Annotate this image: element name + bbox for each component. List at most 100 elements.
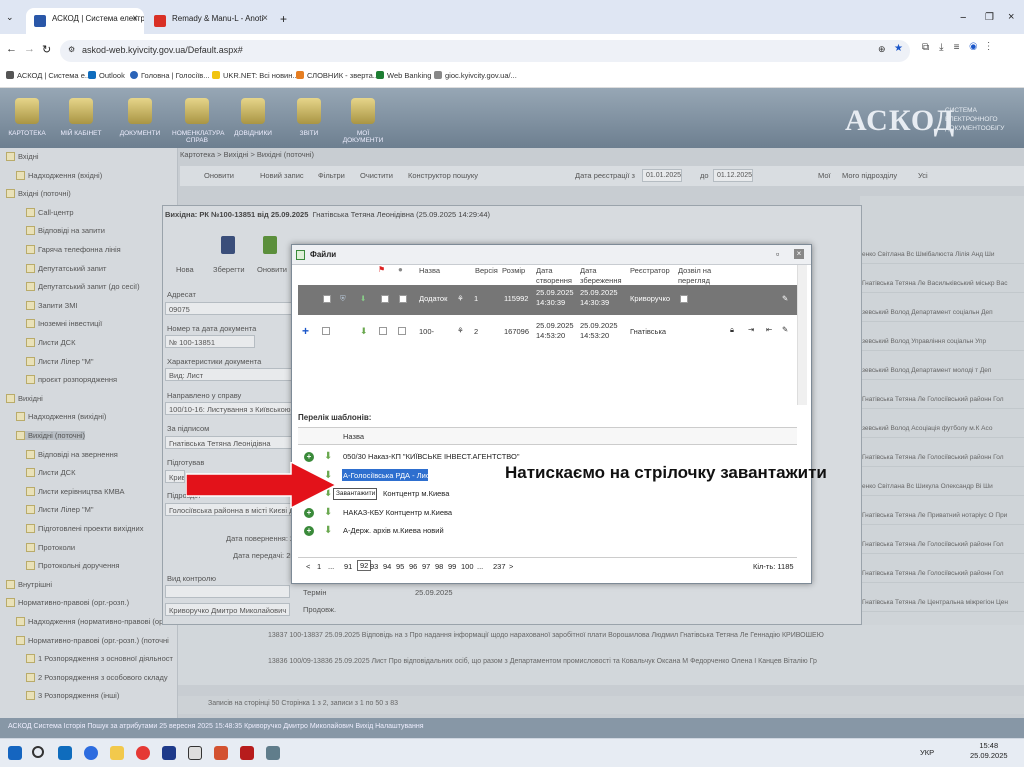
tab-menu-icon[interactable]: ⌄ bbox=[6, 12, 14, 23]
signed-input[interactable]: Гнатівська Тетяна Леонідівна bbox=[165, 436, 293, 449]
page-link[interactable]: 91 bbox=[344, 562, 352, 571]
table-row[interactable]: Гнатівська Тетяна Ле Голосіївський район… bbox=[860, 565, 1024, 583]
download-icon[interactable]: ⤓ bbox=[939, 42, 953, 53]
profile-icon[interactable]: ◉ bbox=[969, 42, 987, 53]
site-info-icon[interactable]: ⚙ bbox=[68, 45, 75, 54]
template-row[interactable]: + ⬇ НАКАЗ-КБУ Контцентр м.Киева bbox=[298, 504, 797, 522]
minimize-icon[interactable]: − bbox=[960, 12, 966, 24]
page-link[interactable]: 1 bbox=[317, 562, 321, 571]
download-template-icon[interactable]: ⬇ bbox=[324, 451, 332, 462]
tree-item[interactable]: Вихідні bbox=[6, 393, 43, 403]
tab-remady[interactable]: Remady & Manu-L - Anoti × bbox=[146, 8, 274, 34]
edit-icon[interactable]: ✎ bbox=[782, 325, 788, 335]
tree-item[interactable]: Листи Лілер "М" bbox=[26, 356, 94, 366]
bookmark-holosiiv[interactable]: Головна | Голосіїв... bbox=[130, 71, 210, 80]
case-input[interactable]: 100/10-16: Листування з Київською міс bbox=[165, 402, 293, 415]
tree-item[interactable]: Відповіді на запити bbox=[26, 226, 105, 236]
date-to-input[interactable]: 01.12.2025 bbox=[713, 169, 753, 182]
url-input[interactable]: ⚙ askod-web.kyivcity.gov.ua/Default.aspx… bbox=[60, 40, 910, 62]
refresh-doc-button[interactable]: Оновити bbox=[257, 265, 287, 274]
page-link[interactable]: > bbox=[509, 562, 513, 571]
bookmark-outlook[interactable]: Outlook bbox=[88, 71, 125, 80]
my-unit-radio[interactable]: Мого підрозділу bbox=[842, 171, 897, 180]
dialog-scrollbar[interactable] bbox=[797, 265, 807, 405]
page-link[interactable]: 97 bbox=[422, 562, 430, 571]
download-template-icon[interactable]: ⬇ bbox=[324, 525, 332, 536]
page-link[interactable]: 96 bbox=[409, 562, 417, 571]
file-row-selected[interactable]: ⛨ ⬇ Додаток ⚘ 1 115992 25.09.2025 14:30:… bbox=[298, 285, 797, 315]
tab-askod[interactable]: АСКОД | Система електронно × bbox=[26, 8, 144, 34]
page-link[interactable]: < bbox=[306, 562, 310, 571]
prepared-input[interactable]: Кривору bbox=[165, 470, 185, 483]
mine-radio[interactable]: Мої bbox=[818, 171, 831, 180]
page-link[interactable]: 93 bbox=[370, 562, 378, 571]
table-row[interactable]: зевський Волод Департамент молоді т Деп bbox=[860, 362, 1024, 380]
row-checkbox[interactable] bbox=[381, 295, 389, 303]
tree-item[interactable]: Іноземні інвестиції bbox=[26, 319, 102, 329]
tree-item[interactable]: Підготовлені проекти вихідних bbox=[26, 524, 143, 533]
tree-item[interactable]: 1 Розпорядження з основної діяльност bbox=[26, 654, 173, 664]
menu-icon[interactable]: ⋮ bbox=[987, 42, 1000, 53]
tree-item[interactable]: Вхідні bbox=[6, 152, 39, 161]
module-directories[interactable]: ДОВІДНИКИ bbox=[228, 88, 278, 148]
tree-item[interactable]: Депутатський запит bbox=[26, 263, 106, 273]
page-link[interactable]: 98 bbox=[435, 562, 443, 571]
reading-list-icon[interactable]: ≡ bbox=[954, 42, 970, 53]
all-radio[interactable]: Усі bbox=[918, 171, 928, 180]
search-builder-button[interactable]: Конструктор пошуку bbox=[408, 171, 478, 180]
number-input[interactable]: № 100-13851 bbox=[165, 335, 255, 348]
address-input[interactable]: 09075 bbox=[165, 302, 293, 315]
new-button[interactable]: Нова bbox=[176, 265, 194, 274]
tree-item[interactable]: Листи ДСК bbox=[26, 338, 75, 347]
extensions-icon[interactable]: ⧉ bbox=[922, 42, 939, 53]
tree-item[interactable]: Листи ДСК bbox=[26, 468, 75, 478]
maximize-icon[interactable]: ▫ bbox=[776, 249, 779, 259]
bookmark-askod[interactable]: АСКОД | Система е... bbox=[6, 71, 91, 80]
page-link[interactable]: 99 bbox=[448, 562, 456, 571]
chrome-taskbar-icon[interactable] bbox=[136, 746, 150, 760]
zoom-icon[interactable]: ⊕ bbox=[878, 44, 886, 55]
page-link[interactable]: 237 bbox=[493, 562, 506, 571]
tree-item[interactable]: Протокольні доручення bbox=[26, 561, 119, 571]
table-row[interactable]: Гнатівська Тетяна Ле Центральна міжрегіо… bbox=[860, 594, 1024, 612]
document-taskbar-icon[interactable] bbox=[188, 746, 202, 760]
search-icon[interactable] bbox=[32, 746, 44, 758]
tree-item[interactable]: Депутатський запит (до сесії) bbox=[26, 282, 140, 292]
refresh-button[interactable]: Оновити bbox=[204, 171, 234, 180]
module-my-documents[interactable]: МОЇ ДОКУМЕНТИ bbox=[338, 88, 388, 148]
tree-item[interactable]: Вхідні (поточні) bbox=[6, 189, 71, 199]
page-link[interactable]: 95 bbox=[396, 562, 404, 571]
bookmark-star-icon[interactable]: ★ bbox=[894, 43, 903, 54]
bookmark-ukrnet[interactable]: UKR.NET: Всі новин... bbox=[212, 71, 299, 80]
add-template-icon[interactable]: + bbox=[304, 507, 314, 518]
tree-item[interactable]: Листи керівництва КМВА bbox=[26, 486, 125, 496]
table-row[interactable]: Гнатівська Тетяна Ле Голосіївський район… bbox=[860, 449, 1024, 467]
pdf-taskbar-icon[interactable] bbox=[240, 746, 254, 760]
filters-button[interactable]: Фільтри bbox=[318, 171, 345, 180]
close-window-icon[interactable]: × bbox=[1008, 11, 1014, 23]
tree-item[interactable]: Протоколи bbox=[26, 542, 75, 552]
control-select[interactable] bbox=[165, 585, 290, 598]
bookmark-webbanking[interactable]: Web Banking bbox=[376, 71, 431, 80]
tree-item[interactable]: Нормативно-правові (орг.-розп.) (поточні bbox=[16, 635, 169, 645]
table-row[interactable]: 13836 100/09-13836 25.09.2025 Лист Про в… bbox=[178, 653, 1024, 673]
tree-item[interactable]: Надходження (вихідні) bbox=[16, 412, 106, 422]
module-kartoteka[interactable]: КАРТОТЕКА bbox=[2, 88, 52, 148]
page-link[interactable]: 94 bbox=[383, 562, 391, 571]
language-indicator[interactable]: УКР bbox=[920, 748, 934, 757]
add-template-icon[interactable]: + bbox=[304, 452, 314, 462]
tree-item[interactable]: Вихідні (поточні) bbox=[16, 431, 86, 440]
row-checkbox[interactable] bbox=[323, 295, 331, 303]
tree-item[interactable]: Нормативно-правові (орг.-розп.) bbox=[6, 598, 129, 608]
lock-icon[interactable]: 🔒︎ bbox=[730, 325, 734, 335]
row-checkbox[interactable] bbox=[399, 295, 407, 303]
module-cabinet[interactable]: МІЙ КАБІНЕТ bbox=[56, 88, 106, 148]
back-icon[interactable]: ← bbox=[6, 43, 17, 55]
tree-item[interactable]: Відповіді на звернення bbox=[26, 449, 118, 459]
module-documents[interactable]: ДОКУМЕНТИ bbox=[115, 88, 165, 148]
page-link[interactable]: 100 bbox=[461, 562, 474, 571]
view-checkbox[interactable] bbox=[680, 295, 688, 303]
add-template-icon[interactable]: + bbox=[304, 526, 314, 536]
template-row[interactable]: + ⬇ А-Держ. архів м.Киева новий bbox=[298, 522, 797, 540]
page-link[interactable]: ... bbox=[477, 562, 483, 571]
